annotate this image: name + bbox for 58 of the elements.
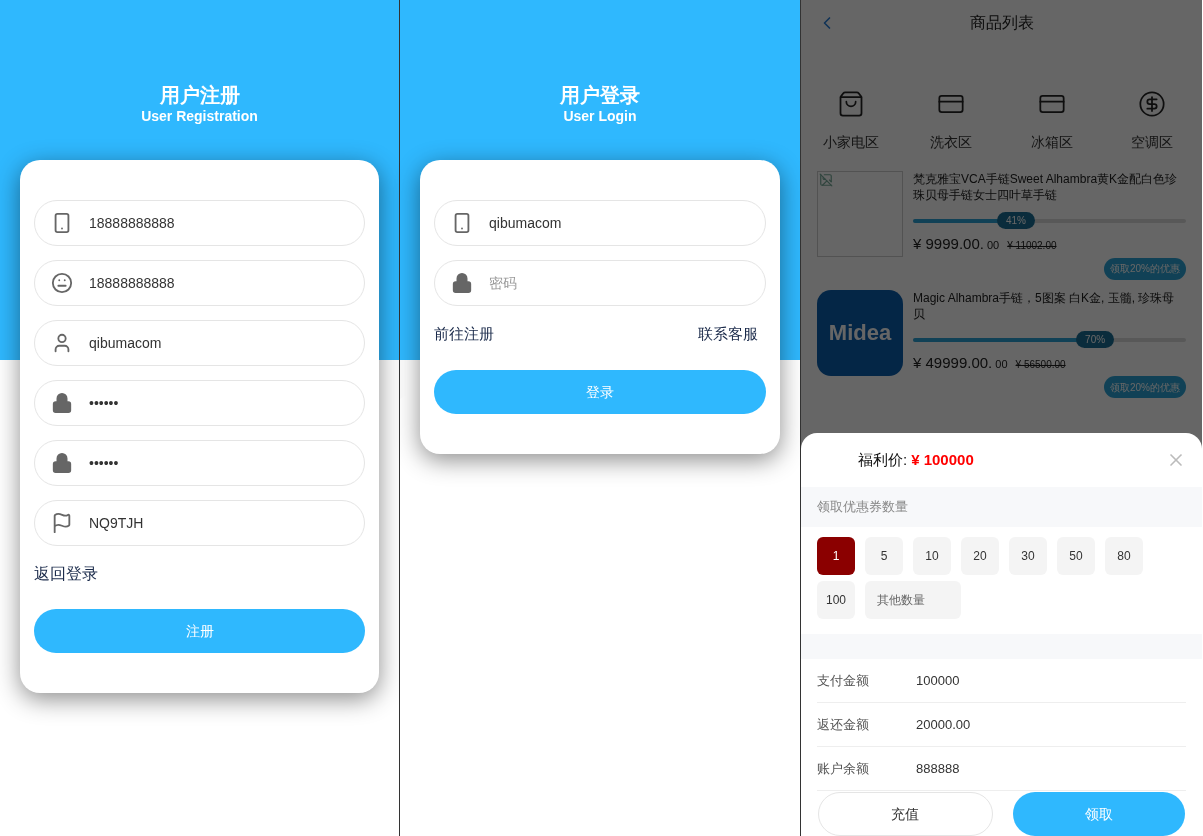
page-title: 用户登录	[560, 83, 640, 108]
face-icon	[51, 272, 73, 294]
product-name: Magic Alhambra手链，5图案 白K金, 玉髓, 珍珠母贝	[913, 289, 1176, 322]
summary-label: 支付金额	[817, 671, 870, 690]
lock-icon	[451, 272, 473, 294]
dollar-circle-icon	[1137, 90, 1166, 118]
input-field[interactable]: qibumacom	[34, 320, 365, 366]
back-to-login-link[interactable]: 返回登录	[34, 562, 98, 586]
input-field[interactable]: 18888888888	[34, 260, 365, 306]
quantity-option[interactable]: 1	[817, 537, 855, 575]
product-name: 梵克雅宝VCA手链Sweet Alhambra黄K金配白色珍珠贝母手链女士四叶草手链	[913, 171, 1179, 203]
quantity-option[interactable]: 80	[1105, 537, 1143, 575]
text-input[interactable]: 18888888888	[89, 212, 348, 234]
price-label: 福利价:	[858, 449, 908, 470]
progress-label: 41%	[996, 212, 1035, 229]
flag-icon	[51, 512, 73, 534]
original-price: ¥ 11002.00	[1007, 239, 1057, 253]
text-input[interactable]: 密码	[489, 272, 749, 294]
summary-label: 返还金额	[817, 715, 870, 734]
text-input[interactable]: 18888888888	[89, 272, 348, 294]
input-field[interactable]: 密码	[434, 260, 766, 306]
customer-service-link[interactable]: 联系客服	[698, 322, 766, 346]
welfare-price: ¥ 100000	[911, 449, 974, 470]
price: ¥ 9999.00. 00	[913, 234, 1000, 254]
quantity-option[interactable]: 其他数量	[865, 581, 961, 619]
text-input[interactable]: NQ9TJH	[89, 512, 348, 534]
page-subtitle: User Login	[563, 108, 637, 124]
page-title: 用户注册	[159, 83, 240, 108]
recharge-button[interactable]: 充值	[818, 792, 993, 836]
price: ¥ 49999.00. 00	[913, 352, 1008, 373]
text-input[interactable]: ••••••	[89, 392, 348, 414]
text-input[interactable]: qibumacom	[489, 212, 749, 234]
quantity-option[interactable]: 50	[1057, 537, 1095, 575]
quantity-option[interactable]: 20	[961, 537, 999, 575]
quantity-option[interactable]: 5	[865, 537, 903, 575]
original-price: ¥ 56500.00	[1015, 357, 1066, 372]
text-input[interactable]: ••••••	[89, 452, 348, 474]
quantity-option[interactable]: 100	[817, 581, 855, 619]
summary-label: 账户余额	[817, 759, 870, 778]
register-link[interactable]: 前往注册	[434, 322, 502, 346]
progress-label: 70%	[1076, 330, 1115, 348]
lock-icon	[51, 392, 73, 414]
summary-value: 100000	[916, 671, 960, 690]
summary-value: 20000.00	[916, 715, 971, 734]
input-field[interactable]: ••••••	[34, 380, 365, 426]
section-label: 领取优惠券数量	[817, 498, 908, 517]
quantity-option[interactable]: 30	[1009, 537, 1047, 575]
lock-icon	[51, 452, 73, 474]
brand-logo: Midea	[817, 289, 903, 376]
input-field[interactable]: qibumacom	[434, 200, 766, 246]
input-field[interactable]: 18888888888	[34, 200, 365, 246]
text-input[interactable]: qibumacom	[89, 332, 348, 354]
page-subtitle: User Registration	[141, 108, 258, 124]
input-field[interactable]: ••••••	[34, 440, 365, 486]
summary-value: 888888	[916, 759, 960, 778]
quantity-option[interactable]: 10	[913, 537, 951, 575]
page-title: 商品列表	[968, 13, 1035, 33]
input-field[interactable]: NQ9TJH	[34, 500, 365, 546]
